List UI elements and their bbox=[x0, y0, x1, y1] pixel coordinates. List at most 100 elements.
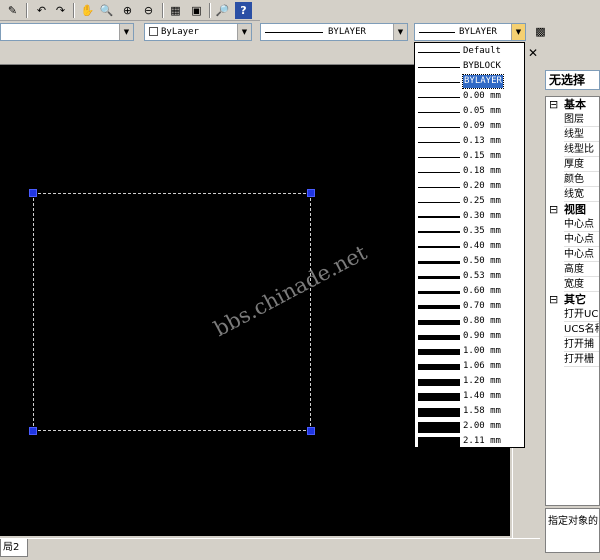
lineweight-option[interactable]: 0.53 mm bbox=[416, 269, 523, 284]
grip-point[interactable] bbox=[29, 427, 37, 435]
property-row[interactable]: 厚度 bbox=[564, 157, 599, 172]
property-section[interactable]: ⊟ 基本 bbox=[546, 97, 599, 112]
lineweight-option[interactable]: 0.25 mm bbox=[416, 194, 523, 209]
property-row[interactable]: 中心点 bbox=[564, 232, 599, 247]
linetype-value: BYLAYER bbox=[328, 27, 366, 37]
property-row[interactable]: 打开捕 bbox=[564, 337, 599, 352]
lineweight-option-label: 1.06 mm bbox=[463, 361, 501, 371]
lineweight-sample bbox=[418, 97, 460, 98]
chevron-down-icon[interactable]: ▼ bbox=[237, 24, 251, 40]
property-row[interactable]: 中心点 bbox=[564, 247, 599, 262]
help-icon[interactable]: ? bbox=[235, 2, 252, 19]
property-row[interactable]: 打开栅 bbox=[564, 352, 599, 367]
lineweight-option[interactable]: BYLAYER bbox=[416, 74, 523, 89]
layer-combo[interactable]: ▼ bbox=[0, 23, 134, 41]
standard-toolbar: ✎ ↶ ↷ ✋ 🔍 ⊕ ⊖ ▦ ▣ 🔎 ? bbox=[0, 0, 260, 21]
lineweight-option[interactable]: 0.30 mm bbox=[416, 209, 523, 224]
lineweight-option[interactable]: 0.50 mm bbox=[416, 254, 523, 269]
property-section[interactable]: ⊟ 视图 bbox=[546, 202, 599, 217]
lineweight-option-label: 2.11 mm bbox=[463, 436, 501, 446]
lineweight-option-label: 0.90 mm bbox=[463, 331, 501, 341]
collapse-icon[interactable]: ⊟ bbox=[549, 292, 558, 307]
lineweight-option-label: 0.20 mm bbox=[463, 181, 501, 191]
lineweight-option-label: BYLAYER bbox=[462, 74, 504, 89]
undo-icon[interactable]: ↶ bbox=[33, 2, 50, 19]
property-row[interactable]: 线宽 bbox=[564, 187, 599, 202]
property-row[interactable]: 线型 bbox=[564, 127, 599, 142]
tool-palettes-icon[interactable]: 🔎 bbox=[214, 2, 231, 19]
plot-style-icon[interactable]: ▩ bbox=[532, 23, 549, 40]
lineweight-option[interactable]: 1.40 mm bbox=[416, 389, 523, 404]
zoom-previous-icon[interactable]: ⊖ bbox=[140, 2, 157, 19]
lineweight-option[interactable]: 0.20 mm bbox=[416, 179, 523, 194]
close-icon[interactable]: ✕ bbox=[528, 46, 538, 60]
lineweight-option[interactable]: 0.09 mm bbox=[416, 119, 523, 134]
lineweight-option[interactable]: 0.60 mm bbox=[416, 284, 523, 299]
lineweight-option[interactable]: 2.00 mm bbox=[416, 419, 523, 434]
properties-icon[interactable]: ▦ bbox=[167, 2, 184, 19]
lineweight-option[interactable]: 1.20 mm bbox=[416, 374, 523, 389]
lineweight-option-label: 0.18 mm bbox=[463, 166, 501, 176]
property-row[interactable]: 宽度 bbox=[564, 277, 599, 292]
property-row[interactable]: 线型比 bbox=[564, 142, 599, 157]
lineweight-sample bbox=[418, 364, 460, 370]
chevron-down-icon[interactable]: ▼ bbox=[119, 24, 133, 40]
selection-dropdown[interactable]: 无选择 bbox=[545, 70, 600, 90]
zoom-realtime-icon[interactable]: 🔍 bbox=[98, 2, 115, 19]
linetype-preview bbox=[265, 32, 323, 33]
lineweight-sample bbox=[418, 335, 460, 340]
lineweight-option[interactable]: 0.90 mm bbox=[416, 329, 523, 344]
property-row[interactable]: 图层 bbox=[564, 112, 599, 127]
lineweight-option[interactable]: 2.11 mm bbox=[416, 434, 523, 447]
lineweight-sample bbox=[418, 437, 460, 447]
grip-point[interactable] bbox=[29, 189, 37, 197]
chevron-down-icon[interactable]: ▼ bbox=[511, 24, 525, 40]
lineweight-option[interactable]: 0.13 mm bbox=[416, 134, 523, 149]
property-row[interactable]: 颜色 bbox=[564, 172, 599, 187]
lineweight-sample bbox=[418, 231, 460, 233]
lineweight-sample bbox=[418, 112, 460, 113]
lineweight-option[interactable]: 1.06 mm bbox=[416, 359, 523, 374]
tab-layout2[interactable]: 局2 bbox=[0, 539, 28, 557]
lineweight-combo[interactable]: BYLAYER ▼ bbox=[414, 23, 526, 41]
lineweight-option-label: 1.00 mm bbox=[463, 346, 501, 356]
lineweight-option[interactable]: 0.80 mm bbox=[416, 314, 523, 329]
redo-icon[interactable]: ↷ bbox=[52, 2, 69, 19]
collapse-icon[interactable]: ⊟ bbox=[549, 202, 558, 217]
lineweight-option[interactable]: 0.00 mm bbox=[416, 89, 523, 104]
lineweight-option[interactable]: 1.00 mm bbox=[416, 344, 523, 359]
lineweight-option[interactable]: 0.40 mm bbox=[416, 239, 523, 254]
property-row[interactable]: 高度 bbox=[564, 262, 599, 277]
pan-icon[interactable]: ✋ bbox=[79, 2, 96, 19]
pencil-icon[interactable]: ✎ bbox=[4, 2, 21, 19]
lineweight-option-label: 1.58 mm bbox=[463, 406, 501, 416]
color-combo[interactable]: ByLayer ▼ bbox=[144, 23, 252, 41]
lineweight-option[interactable]: 0.70 mm bbox=[416, 299, 523, 314]
lineweight-sample bbox=[418, 422, 460, 433]
lineweight-option-label: 0.70 mm bbox=[463, 301, 501, 311]
linetype-combo[interactable]: BYLAYER ▼ bbox=[260, 23, 408, 41]
toolbar-separator bbox=[26, 3, 28, 18]
lineweight-option[interactable]: 1.58 mm bbox=[416, 404, 523, 419]
lineweight-sample bbox=[418, 202, 460, 203]
property-row[interactable]: 中心点 bbox=[564, 217, 599, 232]
lineweight-option[interactable]: 0.05 mm bbox=[416, 104, 523, 119]
zoom-window-icon[interactable]: ⊕ bbox=[119, 2, 136, 19]
lineweight-option[interactable]: 0.18 mm bbox=[416, 164, 523, 179]
design-center-icon[interactable]: ▣ bbox=[188, 2, 205, 19]
property-section[interactable]: ⊟ 其它 bbox=[546, 292, 599, 307]
toolbar-separator bbox=[162, 3, 164, 18]
lineweight-option-label: 0.15 mm bbox=[463, 151, 501, 161]
lineweight-option[interactable]: BYBLOCK bbox=[416, 59, 523, 74]
lineweight-option[interactable]: 0.35 mm bbox=[416, 224, 523, 239]
grip-point[interactable] bbox=[307, 189, 315, 197]
lineweight-option[interactable]: Default bbox=[416, 44, 523, 59]
property-section-title: 基本 bbox=[564, 98, 586, 111]
property-row[interactable]: UCS名称 bbox=[564, 322, 599, 337]
collapse-icon[interactable]: ⊟ bbox=[549, 97, 558, 112]
property-row[interactable]: 打开UC bbox=[564, 307, 599, 322]
grip-point[interactable] bbox=[307, 427, 315, 435]
lineweight-option[interactable]: 0.15 mm bbox=[416, 149, 523, 164]
toolbar-separator bbox=[73, 3, 75, 18]
chevron-down-icon[interactable]: ▼ bbox=[393, 24, 407, 40]
